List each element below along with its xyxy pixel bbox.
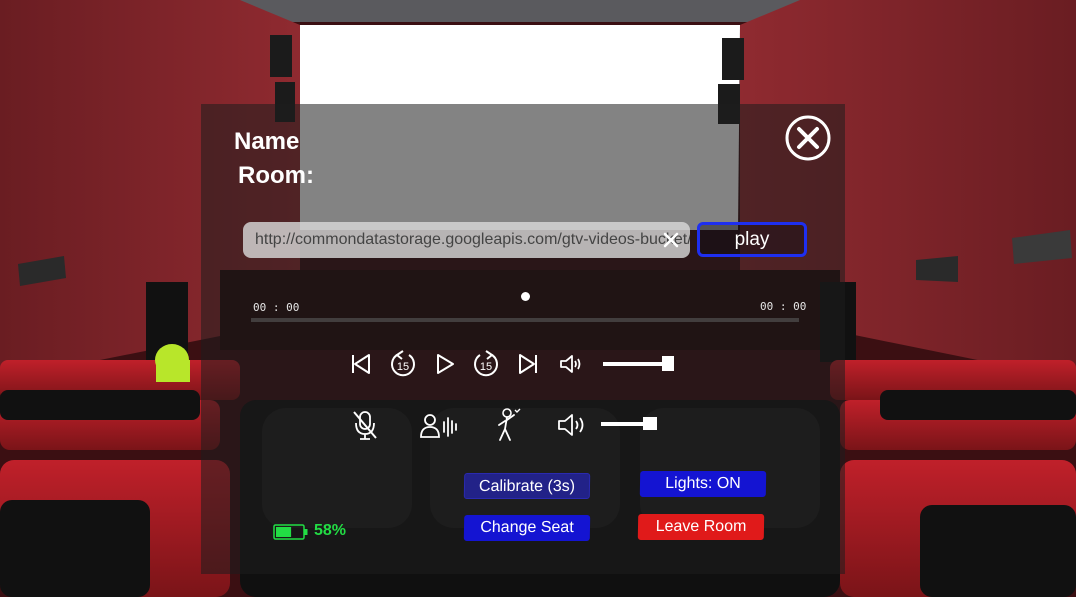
speaker-icon[interactable] bbox=[557, 413, 589, 437]
speaker-icon[interactable] bbox=[559, 353, 585, 375]
leave-room-button[interactable]: Leave Room bbox=[637, 514, 765, 540]
seek-bar[interactable] bbox=[251, 318, 799, 322]
battery-percent: 58% bbox=[314, 522, 347, 539]
rewind-seconds: 15 bbox=[397, 361, 409, 373]
battery-icon bbox=[273, 524, 309, 540]
voice-chat-icon[interactable] bbox=[419, 412, 459, 440]
clear-x-icon[interactable] bbox=[662, 231, 680, 249]
skip-to-start-icon[interactable] bbox=[350, 353, 372, 375]
voice-volume-handle[interactable] bbox=[642, 417, 657, 430]
total-time: 00 : 00 bbox=[760, 300, 807, 313]
seek-handle[interactable] bbox=[520, 292, 530, 301]
forward-seconds: 15 bbox=[480, 361, 492, 373]
media-volume-handle[interactable] bbox=[661, 356, 674, 371]
forward-15-icon[interactable]: 15 bbox=[472, 349, 500, 379]
microphone-muted-icon[interactable] bbox=[351, 409, 379, 441]
room-label: Room: bbox=[238, 162, 314, 189]
change-seat-button[interactable]: Change Seat bbox=[463, 515, 591, 541]
current-time: 00 : 00 bbox=[253, 301, 300, 314]
play-url-button[interactable]: play bbox=[697, 222, 807, 257]
skip-to-end-icon[interactable] bbox=[517, 353, 539, 375]
rewind-15-icon[interactable]: 15 bbox=[389, 349, 417, 379]
video-url-input[interactable]: http://commondatastorage.googleapis.com/… bbox=[243, 222, 690, 258]
close-circle-icon[interactable] bbox=[784, 115, 832, 163]
calibrate-button[interactable]: Calibrate (3s) bbox=[463, 473, 591, 499]
video-url-value: http://commondatastorage.googleapis.com/… bbox=[255, 231, 690, 248]
name-label: Name bbox=[234, 128, 300, 155]
dancing-figure-icon[interactable] bbox=[497, 407, 523, 443]
play-icon[interactable] bbox=[434, 353, 456, 375]
lights-toggle-button[interactable]: Lights: ON bbox=[639, 471, 767, 497]
vr-theater-scene: Name Room: http://commondatastorage.goog… bbox=[0, 0, 1076, 597]
